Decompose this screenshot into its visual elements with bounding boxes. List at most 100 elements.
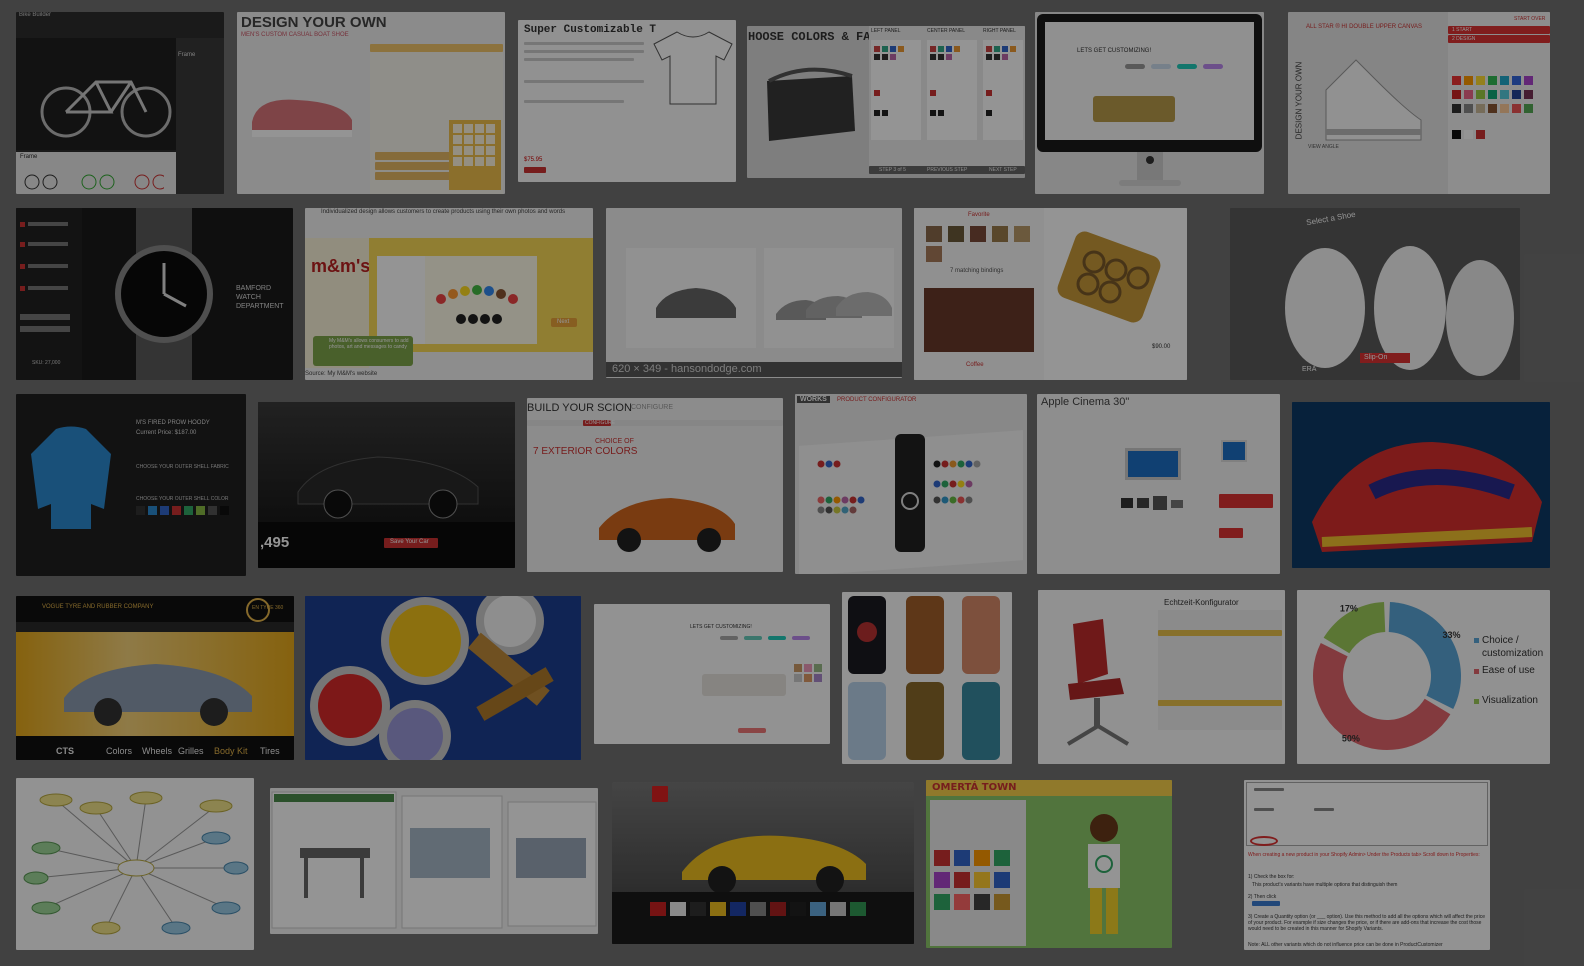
tab-wheels[interactable]: Wheels <box>142 746 172 756</box>
image-tile-shopify-instructions[interactable]: When creating a new product in your Shop… <box>1244 780 1490 950</box>
tile-title: Bike Builder <box>19 12 52 18</box>
slip-on-label: Slip-On <box>1364 354 1388 361</box>
previous-step-button[interactable]: PREVIOUS STEP <box>927 167 967 173</box>
tile-heading: BUILD YOUR SCION <box>527 402 632 414</box>
image-tile-tshirt[interactable]: Super Customizable T $75.95 <box>518 20 736 182</box>
instruction-intro: When creating a new product in your Shop… <box>1248 852 1480 858</box>
jacket-icon <box>31 426 111 529</box>
exterior-colors-label: 7 EXTERIOR COLORS <box>533 446 638 457</box>
image-tile-office-chair[interactable]: Echtzeit-Konfigurator <box>1038 590 1285 764</box>
bag-icon <box>767 67 855 141</box>
image-tile-scion[interactable]: BUILD YOUR SCION CONFIGURE CONFIGURE CHO… <box>527 398 783 572</box>
buy-button[interactable] <box>524 167 546 173</box>
favorite-label: Favorite <box>968 212 990 218</box>
image-tile-hoody[interactable]: M'S FIRED PROW HOODY Current Price: $187… <box>16 394 246 576</box>
fabric-swatches-icon <box>926 226 1030 262</box>
tile-heading: LETS GET CUSTOMIZING! <box>1077 48 1152 54</box>
watch-options-icon <box>20 222 70 332</box>
donut-data-label-2: 17% <box>1340 603 1358 613</box>
image-tile-fabric-wallet[interactable]: Favorite 7 matching bindings Coffee $90.… <box>914 208 1187 380</box>
workbench-screens-icon <box>271 791 597 929</box>
image-tile-apple-cinema[interactable]: Apple Cinema 30" <box>1037 394 1280 574</box>
image-tile-vans[interactable]: Select a Shoe Slip-On ERA <box>1230 208 1520 380</box>
watch-price: SKU: 27,000 <box>32 360 61 366</box>
instruction-note: Note: ALL other variants which do not in… <box>1248 942 1443 948</box>
tile-heading-2: CONFIGURE <box>631 404 673 411</box>
instruction-step1: 1) Check the box for: <box>1248 874 1295 880</box>
image-tile-paint-cans[interactable] <box>305 596 581 760</box>
next-step-button[interactable]: NEXT STEP <box>989 167 1017 173</box>
tab-colors[interactable]: Colors <box>106 746 132 756</box>
badge-label: EN TYRE 360 <box>252 605 284 611</box>
image-tile-sofa[interactable]: LETS GET CUSTOMIZING! <box>594 604 830 744</box>
legend-swatch-ease <box>1474 669 1479 674</box>
paint-swatches-icon <box>650 902 866 916</box>
tile-caption-top: Individualized design allows customers t… <box>321 209 566 215</box>
fabric-name: Coffee <box>966 362 984 368</box>
avatar-character-icon <box>1088 814 1120 934</box>
frame-label: Frame <box>20 154 38 160</box>
image-tile-omerta-town[interactable]: OMERTÁ TOWN <box>926 780 1172 948</box>
start-over-button[interactable]: START OVER <box>1514 16 1545 22</box>
step-start[interactable]: 1 START <box>1452 27 1472 33</box>
image-tile-converse[interactable]: DESIGN YOUR OWN ALL STAR ® HI DOUBLE UPP… <box>1288 12 1550 194</box>
image-caption: 620 × 349 - hansondodge.com <box>606 362 902 377</box>
image-results-grid: Bike Builder Frame Frame DESIGN YOUR OWN… <box>0 0 1584 966</box>
image-tile-mustang[interactable]: ,495 Save Your Car <box>258 402 515 568</box>
instruction-step2: 2) Then click <box>1248 894 1277 900</box>
product-price: Current Price: $187.00 <box>136 430 197 436</box>
tile-subheading: MEN'S CUSTOM CASUAL BOAT SHOE <box>241 32 349 38</box>
mms-logo: m&m's <box>311 256 371 276</box>
image-tile-watch[interactable]: SKU: 27,000 BAMFORD WATCH DEPARTMENT <box>16 208 293 380</box>
donut-data-label-0: 33% <box>1443 630 1461 640</box>
tab-grilles[interactable]: Grilles <box>178 746 204 756</box>
tshirt-price: $75.95 <box>524 157 543 163</box>
image-tile-messenger-bag[interactable]: HOOSE COLORS & FABRICS LEFT PANEL CENTER… <box>747 26 1025 178</box>
step-design[interactable]: 2 DESIGN <box>1452 36 1475 42</box>
image-tile-adidas-cleat[interactable] <box>1292 402 1550 568</box>
bottle-brand: WORKS <box>797 396 830 403</box>
image-tile-mms[interactable]: Individualized design allows customers t… <box>305 208 593 380</box>
mms-source: Source: My M&M's website <box>305 371 378 377</box>
view-angle-label: VIEW ANGLE <box>1308 144 1339 150</box>
image-tile-imac-configurator[interactable]: LETS GET CUSTOMIZING! <box>1035 12 1264 194</box>
legend-label-ease: Ease of use <box>1482 665 1535 676</box>
watch-brand: BAMFORD WATCH DEPARTMENT <box>236 285 284 310</box>
model-label: CTS <box>56 746 74 756</box>
choice-of-label: CHOICE OF <box>595 438 634 445</box>
swatch-grid-icon <box>794 664 822 682</box>
image-tile-workbench[interactable] <box>270 788 598 934</box>
fabric-price: $90.00 <box>1152 344 1171 350</box>
apple-logo-icon <box>1146 156 1154 164</box>
image-tile-mind-map[interactable] <box>16 778 254 950</box>
tile-heading: DESIGN YOUR OWN <box>241 14 387 31</box>
phone-cases-icon <box>848 596 1000 760</box>
dot-swatches-right-icon <box>933 460 981 504</box>
image-tile-bottle[interactable]: WORKS PRODUCT CONFIGURATOR <box>795 394 1027 574</box>
roadster-icon <box>682 835 866 894</box>
image-tile-cars[interactable] <box>606 208 902 378</box>
era-label: ERA <box>1302 366 1317 373</box>
tab-body-kit[interactable]: Body Kit <box>214 746 248 756</box>
brand-label: VOGUE TYRE AND RUBBER COMPANY <box>42 604 154 610</box>
matching-bindings-label: 7 matching bindings <box>950 268 1004 274</box>
donut-data-label-1: 50% <box>1342 734 1360 744</box>
office-chair-icon <box>1066 619 1130 746</box>
dot-swatches-left-icon <box>817 460 865 514</box>
image-tile-boat-shoe[interactable]: DESIGN YOUR OWN MEN'S CUSTOM CASUAL BOAT… <box>237 12 505 194</box>
image-tile-cadillac[interactable]: VOGUE TYRE AND RUBBER COMPANY EN TYRE 36… <box>16 596 294 760</box>
step-label: STEP 3 of 5 <box>879 167 906 173</box>
sneaker-icon <box>1325 59 1422 141</box>
mms-next-label: Next <box>557 319 570 325</box>
tab-tires[interactable]: Tires <box>260 746 280 756</box>
image-tile-donut-chart[interactable]: 33% 50% 17% Choice / customization Ease of… <box>1297 590 1550 764</box>
image-tile-bike-builder[interactable]: Bike Builder Frame Frame <box>16 12 224 194</box>
add-option-button[interactable] <box>1252 901 1280 906</box>
image-tile-phone-cases[interactable] <box>842 592 1012 764</box>
wristwatch-icon <box>115 208 213 380</box>
outfit-grid-icon <box>934 850 1010 910</box>
legend-swatch-choice <box>1474 638 1479 643</box>
mind-map-icon <box>23 791 249 935</box>
image-tile-tesla[interactable] <box>612 782 914 944</box>
wallet-icon <box>1057 231 1161 323</box>
